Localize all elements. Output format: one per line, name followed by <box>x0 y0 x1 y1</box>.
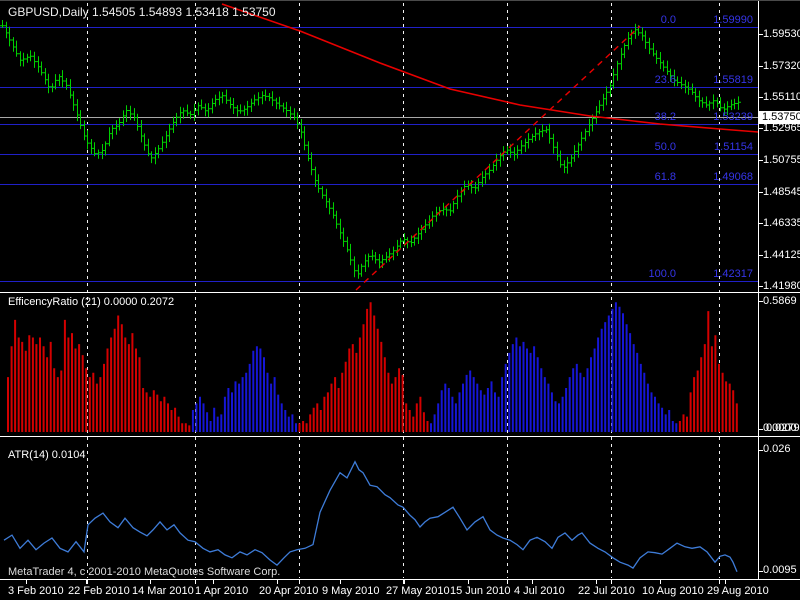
symbol-ohlc-title: GBPUSD,Daily 1.54505 1.54893 1.53418 1.5… <box>8 6 276 19</box>
date-axis-tick <box>213 580 214 584</box>
price-scale-tick <box>758 97 763 98</box>
date-axis-tick <box>277 580 278 584</box>
date-axis-label: 27 May 2010 <box>386 585 450 598</box>
date-axis-label: 22 Feb 2010 <box>68 585 130 598</box>
price-scale-tick <box>758 255 763 256</box>
date-axis-tick <box>660 580 661 584</box>
copyright-text: MetaTrader 4, c 2001-2010 MetaQuotes Sof… <box>8 566 280 579</box>
date-axis-label: 29 Aug 2010 <box>707 585 769 598</box>
price-scale-label: 1.46335 <box>763 217 800 230</box>
atr-line <box>4 462 737 572</box>
efficiency-ratio-indicator-title: EfficencyRatio (21) 0.0000 0.2072 <box>8 296 174 309</box>
date-axis-label: 10 Aug 2010 <box>642 585 704 598</box>
date-axis-tick <box>725 580 726 584</box>
date-axis-tick <box>404 580 405 584</box>
fib-price-label: 1.51154 <box>679 141 753 154</box>
price-scale-tick <box>758 34 763 35</box>
month-axis-tick <box>403 580 404 584</box>
fib-level-label: 100.0 <box>634 268 676 281</box>
mt4-chart-window: GBPUSD,Daily 1.54505 1.54893 1.53418 1.5… <box>0 0 800 600</box>
date-axis-tick <box>340 580 341 584</box>
date-axis-tick <box>26 580 27 584</box>
atr-scale-tick <box>758 571 763 572</box>
price-scale-label: 1.57320 <box>763 60 800 73</box>
er-scale-tick <box>758 301 763 302</box>
month-axis-tick <box>507 580 508 584</box>
price-scale-tick <box>758 128 763 129</box>
efficiency-histogram-blue <box>193 302 676 432</box>
date-axis-tick <box>468 580 469 584</box>
fib-level-label: 61.8 <box>634 171 676 184</box>
fib-price-label: 1.59990 <box>679 14 753 27</box>
month-axis-tick <box>611 580 612 584</box>
price-scale-tick <box>758 160 763 161</box>
main-er-panel-divider <box>0 292 800 293</box>
ascending-dashed-trendline <box>356 26 640 290</box>
price-scale-label: 1.44125 <box>763 249 800 262</box>
fib-price-label: 1.55819 <box>679 74 753 87</box>
fib-level-label: 0.0 <box>634 14 676 27</box>
atr-scale-top-label: 0.026 <box>763 443 791 456</box>
er-scale-tick <box>758 429 763 430</box>
fib-price-label: 1.42317 <box>679 268 753 281</box>
chart-canvas[interactable] <box>0 1 758 580</box>
fib-price-label: 1.49068 <box>679 171 753 184</box>
price-scale-tick <box>758 286 763 287</box>
fib-price-label: 1.53239 <box>679 111 753 124</box>
descending-trendline <box>222 4 758 132</box>
price-scale-tick <box>758 66 763 67</box>
date-axis-label: 1 Apr 2010 <box>195 585 248 598</box>
date-axis-tick <box>150 580 151 584</box>
fib-level-label: 38.2 <box>634 111 676 124</box>
date-axis-label: 15 Jun 2010 <box>450 585 511 598</box>
date-axis-tick <box>532 580 533 584</box>
atr-scale-bottom-label: 0.0095 <box>763 564 797 577</box>
month-axis-tick <box>195 580 196 584</box>
er-current-value-label: 0.0279 <box>766 422 800 435</box>
price-scale-label: 1.41980 <box>763 280 800 293</box>
er-atr-panel-divider <box>0 436 800 437</box>
price-scale-label: 1.50755 <box>763 154 800 167</box>
fib-level-label: 23.6 <box>634 74 676 87</box>
date-axis-label: 9 May 2010 <box>322 585 379 598</box>
price-scale-border <box>758 1 759 580</box>
atr-scale-tick <box>758 450 763 451</box>
axis-divider <box>0 579 800 580</box>
date-axis-label: 22 Jul 2010 <box>578 585 635 598</box>
price-scale-tick <box>758 223 763 224</box>
date-axis-label: 20 Apr 2010 <box>259 585 318 598</box>
price-scale-label: 1.59530 <box>763 28 800 41</box>
fib-level-label: 50.0 <box>634 141 676 154</box>
price-scale-label: 1.52965 <box>763 122 800 135</box>
date-axis-tick <box>596 580 597 584</box>
date-axis-label: 4 Jul 2010 <box>514 585 565 598</box>
month-axis-tick <box>719 580 720 584</box>
price-scale-label: 1.55110 <box>763 91 800 104</box>
month-axis-tick <box>87 580 88 584</box>
month-axis-tick <box>299 580 300 584</box>
date-axis-label: 14 Mar 2010 <box>132 585 194 598</box>
er-scale-max-label: 0.5869 <box>763 295 797 308</box>
atr-indicator-title: ATR(14) 0.0104 <box>8 449 85 462</box>
price-scale-label: 1.48545 <box>763 186 800 199</box>
price-scale-tick <box>758 192 763 193</box>
date-axis-label: 3 Feb 2010 <box>8 585 64 598</box>
